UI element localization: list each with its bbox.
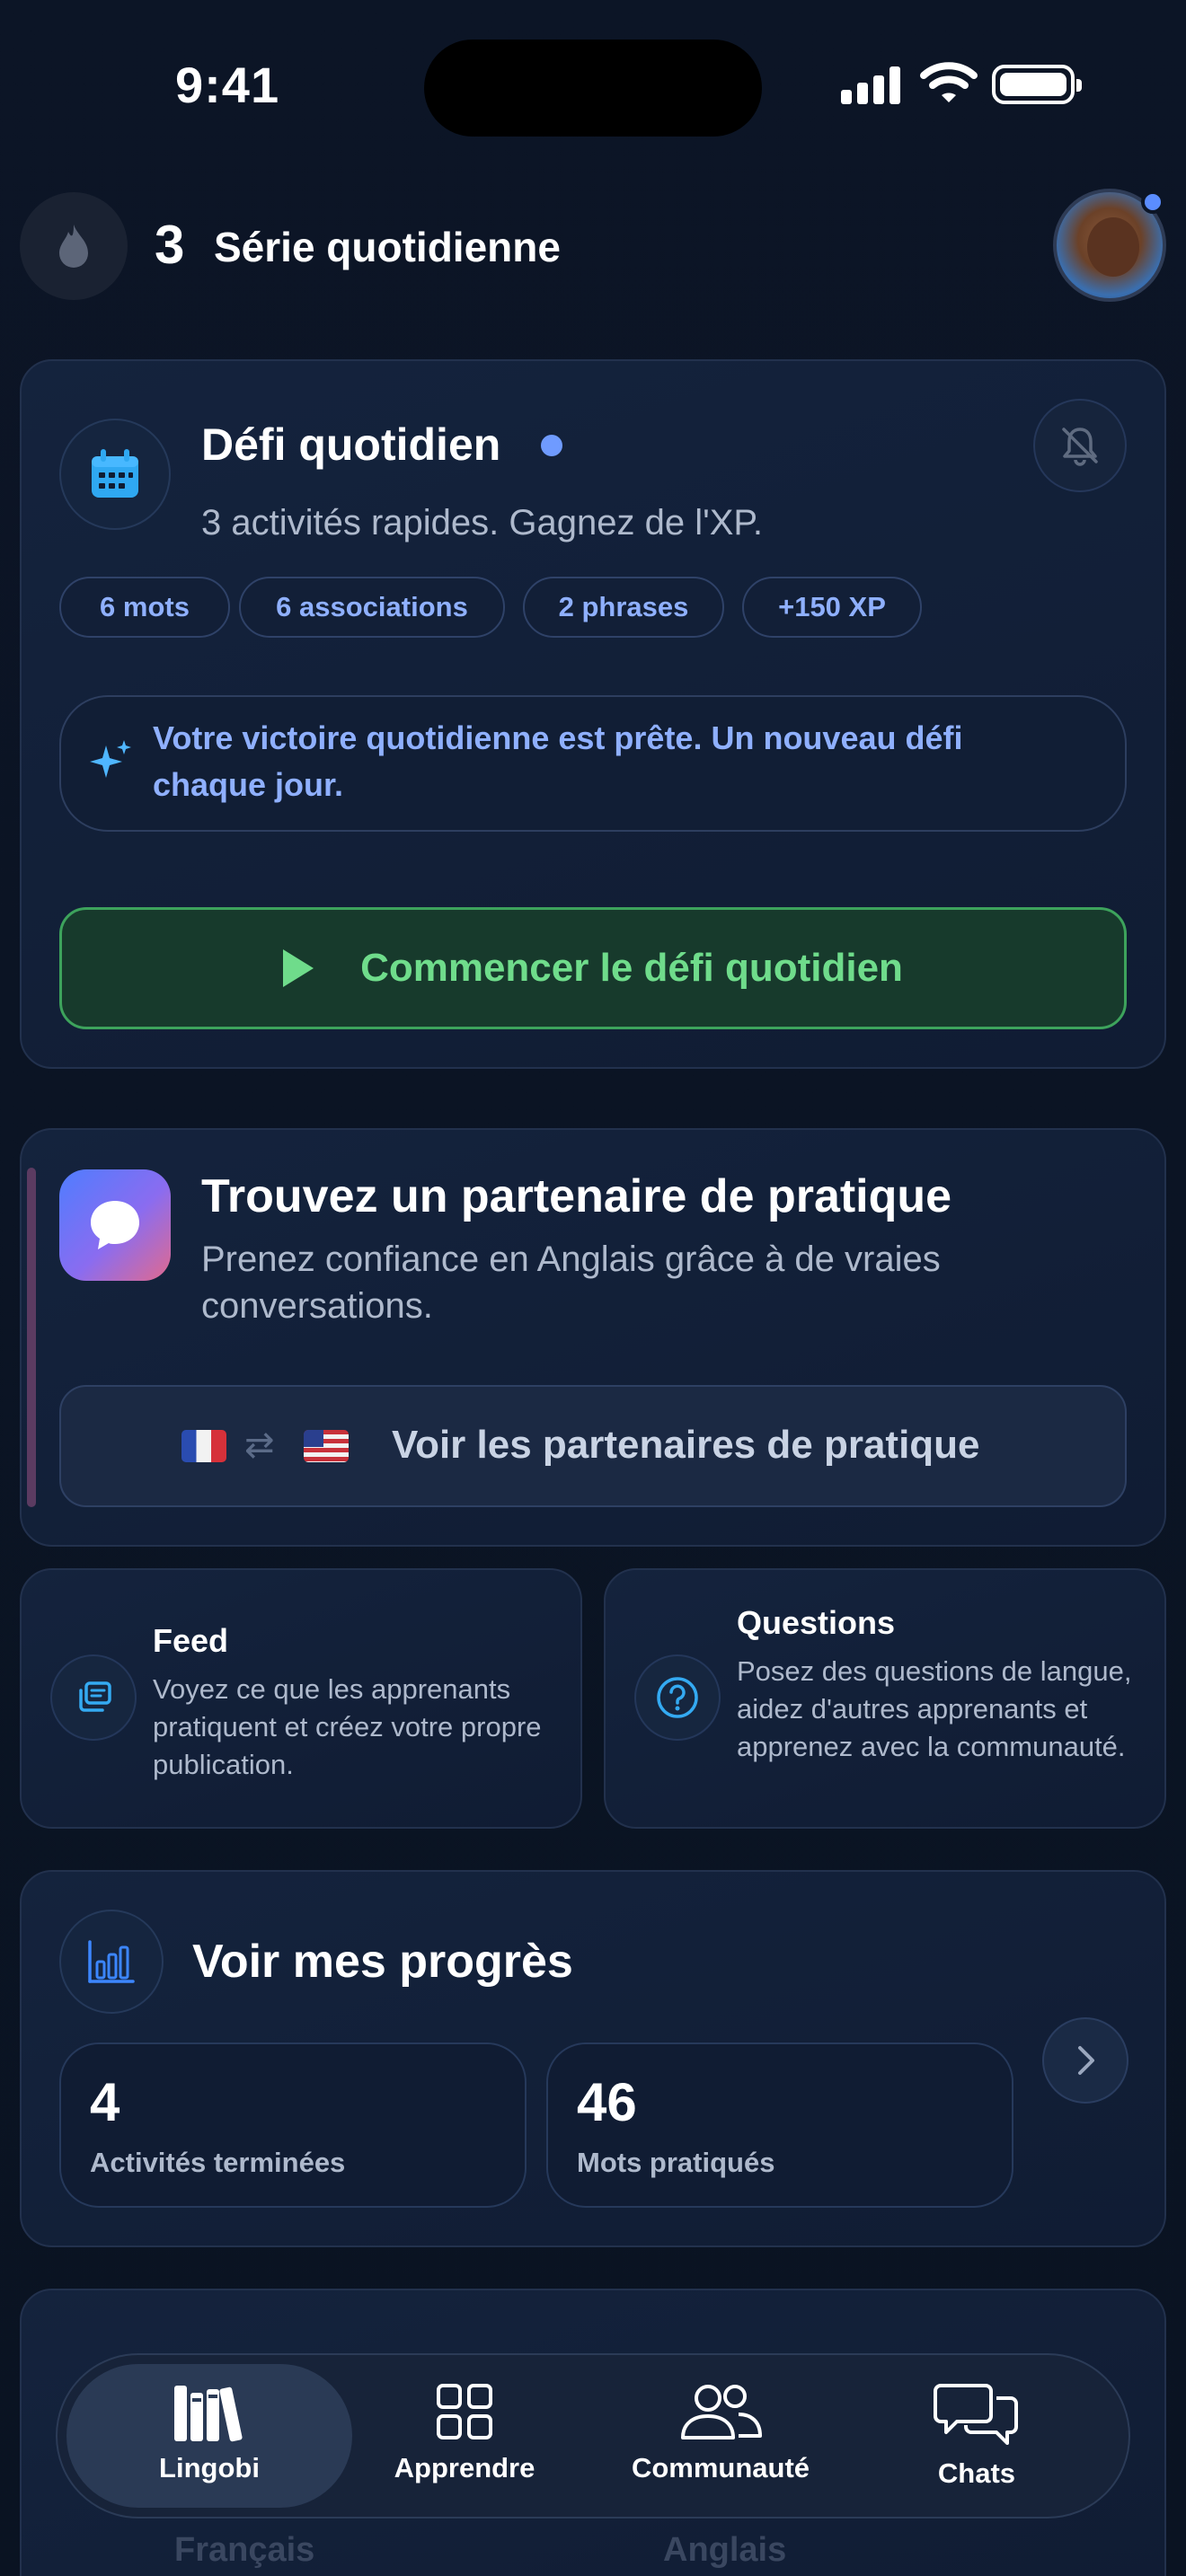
chat-bubbles-icon	[934, 2384, 1018, 2445]
dynamic-island	[424, 40, 762, 137]
target-language: Anglais	[663, 2531, 787, 2569]
daily-challenge-title: Défi quotidien	[201, 419, 501, 470]
grid-icon	[437, 2384, 492, 2439]
notification-dot	[1141, 190, 1164, 214]
question-icon	[634, 1654, 721, 1741]
tab-apprendre[interactable]: Apprendre	[352, 2380, 577, 2497]
stat-words-value: 46	[577, 2072, 637, 2132]
streak-label: Série quotidienne	[214, 224, 561, 270]
tab-lingobi-label: Lingobi	[159, 2452, 260, 2483]
progress-next-button[interactable]	[1042, 2017, 1128, 2104]
victory-text: Votre victoire quotidienne est prête. Un…	[153, 719, 963, 803]
bell-off-icon	[1062, 428, 1098, 466]
battery-icon	[992, 65, 1082, 104]
stat-activities-label: Activités terminées	[90, 2147, 346, 2178]
chevron-right-icon	[1078, 2046, 1094, 2075]
people-icon	[681, 2385, 762, 2439]
questions-title: Questions	[737, 1604, 896, 1641]
feed-description: Voyez ce que les apprenants pratiquent e…	[153, 1673, 542, 1780]
bell-off-button[interactable]	[1033, 399, 1127, 492]
wifi-icon	[920, 62, 978, 102]
bar-chart-icon	[59, 1910, 164, 2014]
stat-activities	[59, 2042, 527, 2208]
cellular-signal-icon	[841, 66, 900, 104]
tab-lingobi[interactable]: Lingobi	[97, 2380, 322, 2497]
progress-title: Voir mes progrès	[192, 1936, 573, 1988]
questions-description: Posez des questions de langue, aidez d'a…	[737, 1655, 1132, 1762]
chip-phrases: 2 phrases	[523, 577, 724, 638]
tab-chats-label: Chats	[937, 2457, 1016, 2489]
stat-words-label: Mots pratiqués	[577, 2147, 775, 2178]
partner-title: Trouvez un partenaire de pratique	[201, 1170, 952, 1222]
feed-title: Feed	[153, 1622, 229, 1659]
chat-bubble-icon	[59, 1169, 171, 1281]
stat-activities-value: 4	[90, 2072, 120, 2132]
chip-words: 6 mots	[59, 577, 230, 638]
tab-chats[interactable]: Chats	[864, 2380, 1089, 2497]
source-language: Français	[174, 2531, 315, 2569]
flame-icon[interactable]	[20, 192, 128, 300]
chip-xp: +150 XP	[742, 577, 922, 638]
play-icon	[283, 949, 314, 987]
tab-communaute[interactable]: Communauté	[608, 2380, 833, 2497]
start-daily-challenge-button[interactable]: Commencer le défi quotidien	[59, 907, 1127, 1029]
tab-communaute-label: Communauté	[631, 2452, 810, 2483]
feed-icon	[50, 1654, 137, 1741]
sparkles-icon	[90, 740, 131, 778]
library-icon	[174, 2386, 243, 2442]
start-button-label: Commencer le défi quotidien	[360, 946, 903, 990]
swap-icon: ⇄	[244, 1425, 275, 1465]
calendar-icon	[59, 419, 171, 530]
partner-subtitle: Prenez confiance en Anglais grâce à de v…	[201, 1239, 941, 1326]
daily-challenge-subtitle: 3 activités rapides. Gagnez de l'XP.	[201, 503, 764, 543]
streak-count: 3	[155, 215, 185, 275]
view-partners-label: Voir les partenaires de pratique	[392, 1423, 980, 1467]
flag-usa-icon	[304, 1430, 349, 1462]
tab-apprendre-label: Apprendre	[394, 2452, 535, 2483]
status-time: 9:41	[175, 57, 280, 113]
status-dot	[541, 435, 562, 456]
chip-associations: 6 associations	[239, 577, 505, 638]
flag-france-icon	[181, 1430, 226, 1462]
card-accent-bar	[27, 1168, 36, 1507]
